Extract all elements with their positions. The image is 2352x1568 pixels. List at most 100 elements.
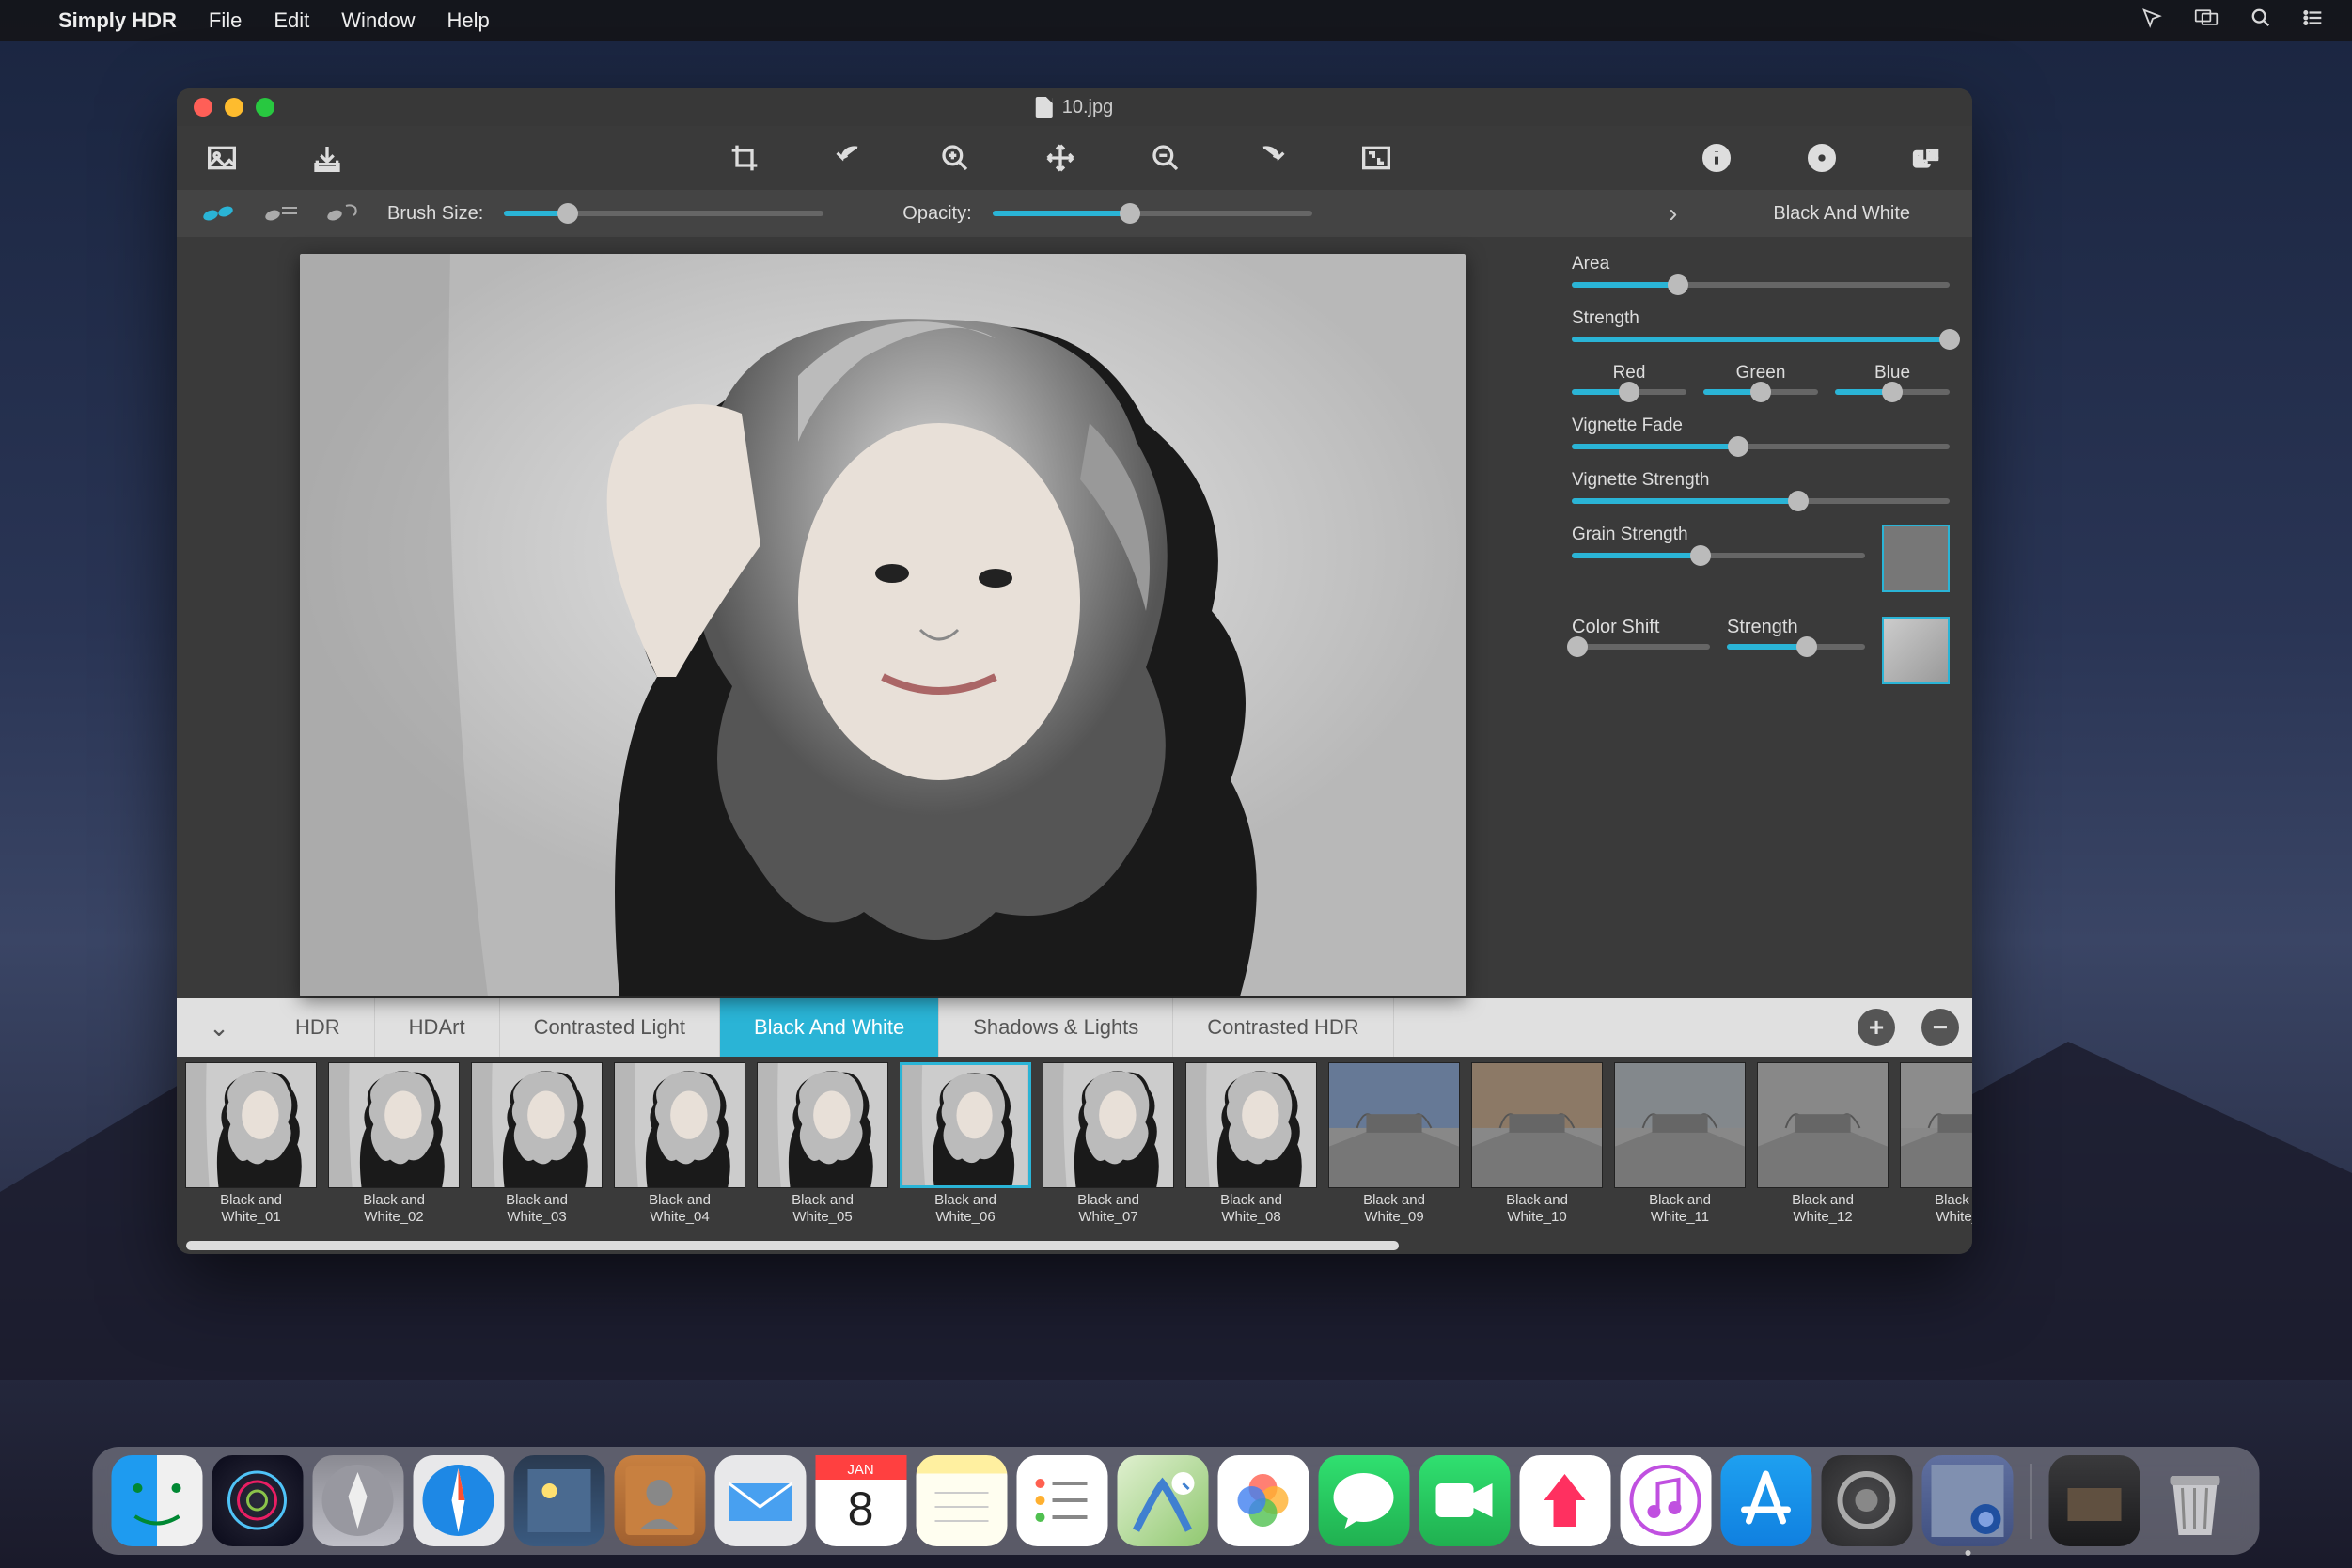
- window-minimize-button[interactable]: [225, 98, 243, 117]
- brush-bar: Brush Size: Opacity: › Black And White: [177, 190, 1972, 237]
- preset-thumb-1[interactable]: Black andWhite_01: [182, 1062, 320, 1254]
- svg-text:8: 8: [848, 1482, 874, 1535]
- app-name[interactable]: Simply HDR: [58, 8, 177, 33]
- preset-thumb-3[interactable]: Black andWhite_03: [468, 1062, 605, 1254]
- dock-finder[interactable]: [112, 1455, 203, 1546]
- preset-strip[interactable]: Black andWhite_01Black andWhite_02Black …: [177, 1057, 1972, 1254]
- color-shift-swatch[interactable]: [1882, 617, 1950, 684]
- grain-strength-slider[interactable]: [1572, 553, 1865, 558]
- window-zoom-button[interactable]: [256, 98, 274, 117]
- info-icon[interactable]: [1698, 139, 1735, 177]
- grain-swatch[interactable]: [1882, 525, 1950, 592]
- svg-text:JAN: JAN: [847, 1462, 873, 1478]
- macos-menubar: Simply HDR File Edit Window Help: [0, 0, 2352, 41]
- cs-1-label: Strength: [1727, 617, 1798, 638]
- rgb-red-slider[interactable]: [1572, 389, 1686, 395]
- move-icon[interactable]: [1042, 139, 1079, 177]
- vignette-strength-slider[interactable]: [1572, 498, 1950, 504]
- preset-thumb-7[interactable]: Black andWhite_07: [1040, 1062, 1177, 1254]
- brush-mode-3[interactable]: [325, 202, 367, 225]
- vignette-fade-slider[interactable]: [1572, 444, 1950, 449]
- preset-thumb-13[interactable]: Black andWhite_13: [1897, 1062, 1972, 1254]
- strip-scrollbar[interactable]: [186, 1241, 1399, 1250]
- macos-dock: JAN 8: [93, 1447, 2260, 1555]
- preset-thumb-5[interactable]: Black andWhite_05: [754, 1062, 891, 1254]
- crop-icon[interactable]: [726, 139, 763, 177]
- rgb-green-slider[interactable]: [1703, 389, 1818, 395]
- window-titlebar[interactable]: 10.jpg: [177, 88, 1972, 126]
- tab-black-and-white[interactable]: Black And White: [720, 998, 939, 1057]
- undo-icon[interactable]: [831, 139, 869, 177]
- dock-mail[interactable]: [715, 1455, 807, 1546]
- preset-thumb-10[interactable]: Black andWhite_10: [1468, 1062, 1606, 1254]
- dock-calendar[interactable]: JAN 8: [816, 1455, 907, 1546]
- preset-thumb-11[interactable]: Black andWhite_11: [1611, 1062, 1748, 1254]
- dock-appstore[interactable]: [1721, 1455, 1812, 1546]
- document-icon: [1036, 97, 1053, 118]
- dock-news[interactable]: [1520, 1455, 1611, 1546]
- menu-list-icon[interactable]: [2303, 8, 2326, 34]
- menu-file[interactable]: File: [209, 8, 242, 33]
- dock-maps[interactable]: [1118, 1455, 1209, 1546]
- cursor-icon[interactable]: [2141, 8, 2162, 34]
- menu-edit[interactable]: Edit: [274, 8, 309, 33]
- menu-window[interactable]: Window: [341, 8, 415, 33]
- remove-preset-button[interactable]: −: [1921, 1009, 1959, 1046]
- dock-preview[interactable]: [514, 1455, 605, 1546]
- display-icon[interactable]: [2194, 8, 2219, 34]
- dock-messages[interactable]: [1319, 1455, 1410, 1546]
- category-dropdown-icon[interactable]: ⌄: [177, 998, 261, 1057]
- cs-1-slider[interactable]: [1727, 644, 1865, 650]
- spotlight-icon[interactable]: [2250, 8, 2271, 34]
- dock-settings[interactable]: [1822, 1455, 1913, 1546]
- preset-thumb-9[interactable]: Black andWhite_09: [1325, 1062, 1463, 1254]
- dock-contacts[interactable]: [615, 1455, 706, 1546]
- main-toolbar: [177, 126, 1972, 190]
- dock-siri[interactable]: [212, 1455, 304, 1546]
- dock-notes[interactable]: [917, 1455, 1008, 1546]
- dock-downloads[interactable]: [2049, 1455, 2140, 1546]
- tab-contrasted-light[interactable]: Contrasted Light: [500, 998, 720, 1057]
- dock-reminders[interactable]: [1017, 1455, 1108, 1546]
- add-preset-button[interactable]: +: [1858, 1009, 1895, 1046]
- preset-thumb-4[interactable]: Black andWhite_04: [611, 1062, 748, 1254]
- brush-size-slider[interactable]: [504, 211, 823, 216]
- window-title: 10.jpg: [1062, 97, 1114, 118]
- canvas-area[interactable]: [177, 237, 1549, 998]
- expand-chevron-icon[interactable]: ›: [1669, 198, 1677, 228]
- open-image-icon[interactable]: [203, 139, 241, 177]
- redo-icon[interactable]: [1252, 139, 1290, 177]
- rgb-blue-slider[interactable]: [1835, 389, 1950, 395]
- settings-icon[interactable]: [1803, 139, 1841, 177]
- rgb-red-label: Red: [1613, 363, 1646, 384]
- zoom-out-icon[interactable]: [1147, 139, 1184, 177]
- tab-shadows-lights[interactable]: Shadows & Lights: [939, 998, 1173, 1057]
- dock-photos[interactable]: [1218, 1455, 1309, 1546]
- preset-thumb-8[interactable]: Black andWhite_08: [1183, 1062, 1320, 1254]
- dice-icon[interactable]: [1908, 139, 1946, 177]
- menu-help[interactable]: Help: [447, 8, 490, 33]
- brush-mode-2[interactable]: [263, 202, 305, 225]
- opacity-slider[interactable]: [993, 211, 1312, 216]
- dock-trash[interactable]: [2150, 1455, 2241, 1546]
- tab-contrasted-hdr[interactable]: Contrasted HDR: [1173, 998, 1393, 1057]
- dock-safari[interactable]: [414, 1455, 505, 1546]
- preset-thumb-2[interactable]: Black andWhite_02: [325, 1062, 463, 1254]
- preset-thumb-12[interactable]: Black andWhite_12: [1754, 1062, 1891, 1254]
- fit-screen-icon[interactable]: [1357, 139, 1395, 177]
- brush-mode-1[interactable]: [201, 202, 243, 225]
- area-slider[interactable]: [1572, 282, 1950, 288]
- main-image: [300, 254, 1466, 996]
- window-close-button[interactable]: [194, 98, 212, 117]
- preset-thumb-6[interactable]: Black andWhite_06: [897, 1062, 1034, 1254]
- dock-itunes[interactable]: [1621, 1455, 1712, 1546]
- save-icon[interactable]: [308, 139, 346, 177]
- zoom-in-icon[interactable]: [936, 139, 974, 177]
- dock-launchpad[interactable]: [313, 1455, 404, 1546]
- strength-slider[interactable]: [1572, 337, 1950, 342]
- tab-hdr[interactable]: HDR: [261, 998, 375, 1057]
- dock-simplyhdr[interactable]: [1922, 1455, 2014, 1546]
- cs-0-slider[interactable]: [1572, 644, 1710, 650]
- tab-hdart[interactable]: HDArt: [375, 998, 500, 1057]
- dock-facetime[interactable]: [1419, 1455, 1511, 1546]
